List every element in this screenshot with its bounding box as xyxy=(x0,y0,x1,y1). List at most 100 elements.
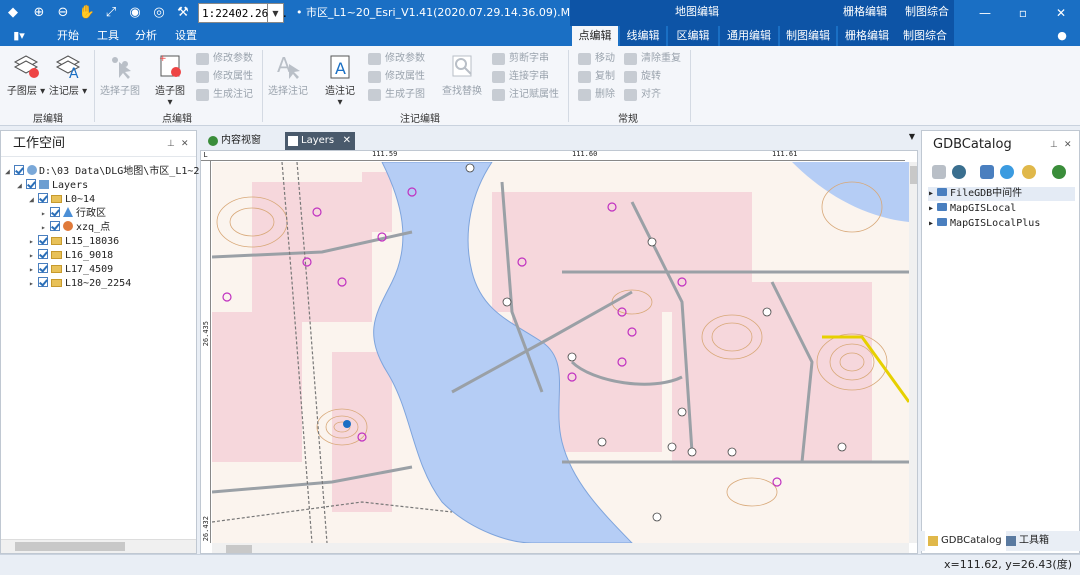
tree-group-row[interactable]: ▸ L15_18036 xyxy=(29,235,119,249)
tree-layers-row[interactable]: ◢ Layers xyxy=(17,179,88,193)
tree-group-row[interactable]: ▸ L18~20_2254 xyxy=(29,277,131,291)
checkbox[interactable] xyxy=(38,263,48,273)
anno-modify-attrs-button[interactable]: 修改属性 xyxy=(368,68,425,86)
tab-region-edit[interactable]: 区编辑 xyxy=(668,26,718,46)
cut-string-button[interactable]: 剪断字串 xyxy=(492,50,549,68)
create-annotation-button[interactable]: A 造注记 ▾ xyxy=(318,50,362,108)
tab-line-edit[interactable]: 线编辑 xyxy=(620,26,666,46)
expand-icon[interactable]: ▸ xyxy=(928,188,934,199)
new-database-icon[interactable] xyxy=(932,165,946,179)
checkbox[interactable] xyxy=(50,221,60,231)
point-modify-attrs-button[interactable]: 修改属性 xyxy=(196,68,253,86)
pan-hand-icon[interactable]: ✋ xyxy=(78,3,96,23)
tree-group-row[interactable]: ◢ L0~14 xyxy=(29,193,95,207)
select-tool-icon[interactable]: ⚒ xyxy=(174,3,192,23)
refresh-view-icon[interactable]: ◉ xyxy=(126,3,144,23)
connect-server-icon[interactable] xyxy=(952,165,966,179)
tab-raster-edit[interactable]: 栅格编辑 xyxy=(838,26,896,46)
find-replace-button[interactable]: 查找替换 xyxy=(440,50,484,106)
restore-view-icon[interactable]: ◎ xyxy=(150,3,168,23)
checkbox[interactable] xyxy=(26,179,36,189)
tab-close-icon[interactable]: ✕ xyxy=(343,132,351,150)
catalog-item[interactable]: ▸ MapGISLocalPlus xyxy=(928,217,1040,231)
sublayer-button[interactable]: 子图层 ▾ xyxy=(4,50,48,106)
collapse-icon[interactable]: ◢ xyxy=(5,165,14,179)
tab-carto-edit[interactable]: 制图编辑 xyxy=(780,26,836,46)
tab-list-dropdown[interactable]: ▼ xyxy=(909,132,915,141)
checkbox[interactable] xyxy=(38,235,48,245)
map-canvas[interactable] xyxy=(212,162,909,543)
tab-settings[interactable]: 设置 xyxy=(168,26,204,46)
anno-modify-params-button[interactable]: 修改参数 xyxy=(368,50,425,68)
generate-subfigure-button[interactable]: 生成子图 xyxy=(368,86,425,104)
delete-button[interactable]: 删除 xyxy=(578,86,615,104)
align-button[interactable]: 对齐 xyxy=(624,86,661,104)
map-vscrollbar[interactable] xyxy=(909,162,917,543)
checkbox[interactable] xyxy=(14,165,24,175)
app-menu-button[interactable]: ▮▾ xyxy=(8,26,30,46)
pin-icon[interactable]: ⊥ xyxy=(167,131,175,157)
tab-general-edit[interactable]: 通用编辑 xyxy=(720,26,778,46)
full-extent-icon[interactable]: ⤢ xyxy=(102,3,120,23)
point-modify-params-button[interactable]: 修改参数 xyxy=(196,50,253,68)
tab-content-view[interactable]: 内容视窗 xyxy=(205,132,283,150)
tab-point-edit[interactable]: 点编辑 xyxy=(572,26,618,46)
zoom-out-icon[interactable]: ⊖ xyxy=(54,3,72,23)
help-icon[interactable]: ● xyxy=(1052,26,1072,46)
expand-icon[interactable]: ▸ xyxy=(928,203,934,214)
pane-close-icon[interactable]: ✕ xyxy=(1064,131,1072,159)
catalog-item[interactable]: ▸ FileGDB中间件 xyxy=(928,187,1075,201)
annotation-assign-attrs-button[interactable]: 注记赋属性 xyxy=(492,86,559,104)
catalog-item[interactable]: ▸ MapGISLocal xyxy=(928,202,1016,216)
map-hscrollbar[interactable] xyxy=(212,543,909,553)
tree-layer-row[interactable]: ▸ 行政区 xyxy=(41,207,106,221)
minimize-button[interactable]: — xyxy=(966,0,1004,26)
create-subfigure-button[interactable]: + 造子图 ▾ xyxy=(148,50,192,108)
checkbox[interactable] xyxy=(38,193,48,203)
map-view[interactable]: L 111.59 111.60 111.61 26.435 26.432 xyxy=(200,150,918,554)
select-subfigure-button[interactable]: 选择子图 xyxy=(98,50,142,106)
tab-gdbcatalog[interactable]: GDBCatalog xyxy=(925,531,1006,551)
tree-layer-row[interactable]: ▸ xzq_点 xyxy=(41,221,110,235)
pane-close-icon[interactable]: ✕ xyxy=(181,131,189,157)
checkbox[interactable] xyxy=(38,277,48,287)
close-button[interactable]: ✕ xyxy=(1042,0,1080,26)
scale-dropdown-button[interactable]: ▼ xyxy=(268,3,284,23)
tree-group-row[interactable]: ▸ L16_9018 xyxy=(29,249,113,263)
collapse-icon[interactable]: ◢ xyxy=(29,193,38,207)
tab-analysis[interactable]: 分析 xyxy=(128,26,164,46)
tree-root-row[interactable]: ◢ D:\03 Data\DLG地图\市区_L1~20_E xyxy=(5,165,217,179)
move-button[interactable]: 移动 xyxy=(578,50,615,68)
rotate-button[interactable]: 旋转 xyxy=(624,68,661,86)
expand-icon[interactable]: ▸ xyxy=(928,218,934,229)
join-string-button[interactable]: 连接字串 xyxy=(492,68,549,86)
refresh-icon[interactable] xyxy=(1000,165,1014,179)
expand-icon[interactable]: ▸ xyxy=(41,207,50,221)
workspace-hscrollbar[interactable] xyxy=(1,539,196,553)
checkbox[interactable] xyxy=(50,207,60,217)
select-annotation-button[interactable]: A 选择注记 xyxy=(266,50,310,106)
expand-icon[interactable]: ▸ xyxy=(29,249,38,263)
scroll-thumb[interactable] xyxy=(910,166,917,184)
expand-icon[interactable]: ▸ xyxy=(29,263,38,277)
expand-icon[interactable]: ▸ xyxy=(29,277,38,291)
expand-icon[interactable]: ▸ xyxy=(41,221,50,235)
scroll-thumb[interactable] xyxy=(15,542,125,551)
tab-carto-general[interactable]: 制图综合 xyxy=(896,26,954,46)
collapse-icon[interactable]: ◢ xyxy=(17,179,26,193)
search-icon[interactable] xyxy=(1022,165,1036,179)
maximize-button[interactable]: ▫ xyxy=(1004,0,1042,26)
copy-button[interactable]: 复制 xyxy=(578,68,615,86)
pin-icon[interactable]: ⊥ xyxy=(1050,131,1058,159)
globe-icon[interactable] xyxy=(1052,165,1066,179)
checkbox[interactable] xyxy=(38,249,48,259)
expand-icon[interactable]: ▸ xyxy=(29,235,38,249)
tree-group-row[interactable]: ▸ L17_4509 xyxy=(29,263,113,277)
scroll-thumb[interactable] xyxy=(226,545,252,553)
scale-input[interactable]: 1:22402.26... xyxy=(198,3,288,23)
zoom-in-icon[interactable]: ⊕ xyxy=(30,3,48,23)
properties-icon[interactable] xyxy=(980,165,994,179)
tab-toolbox[interactable]: 工具箱 xyxy=(1003,531,1049,551)
annotation-layer-button[interactable]: A 注记层 ▾ xyxy=(46,50,90,106)
tab-tools[interactable]: 工具 xyxy=(90,26,126,46)
